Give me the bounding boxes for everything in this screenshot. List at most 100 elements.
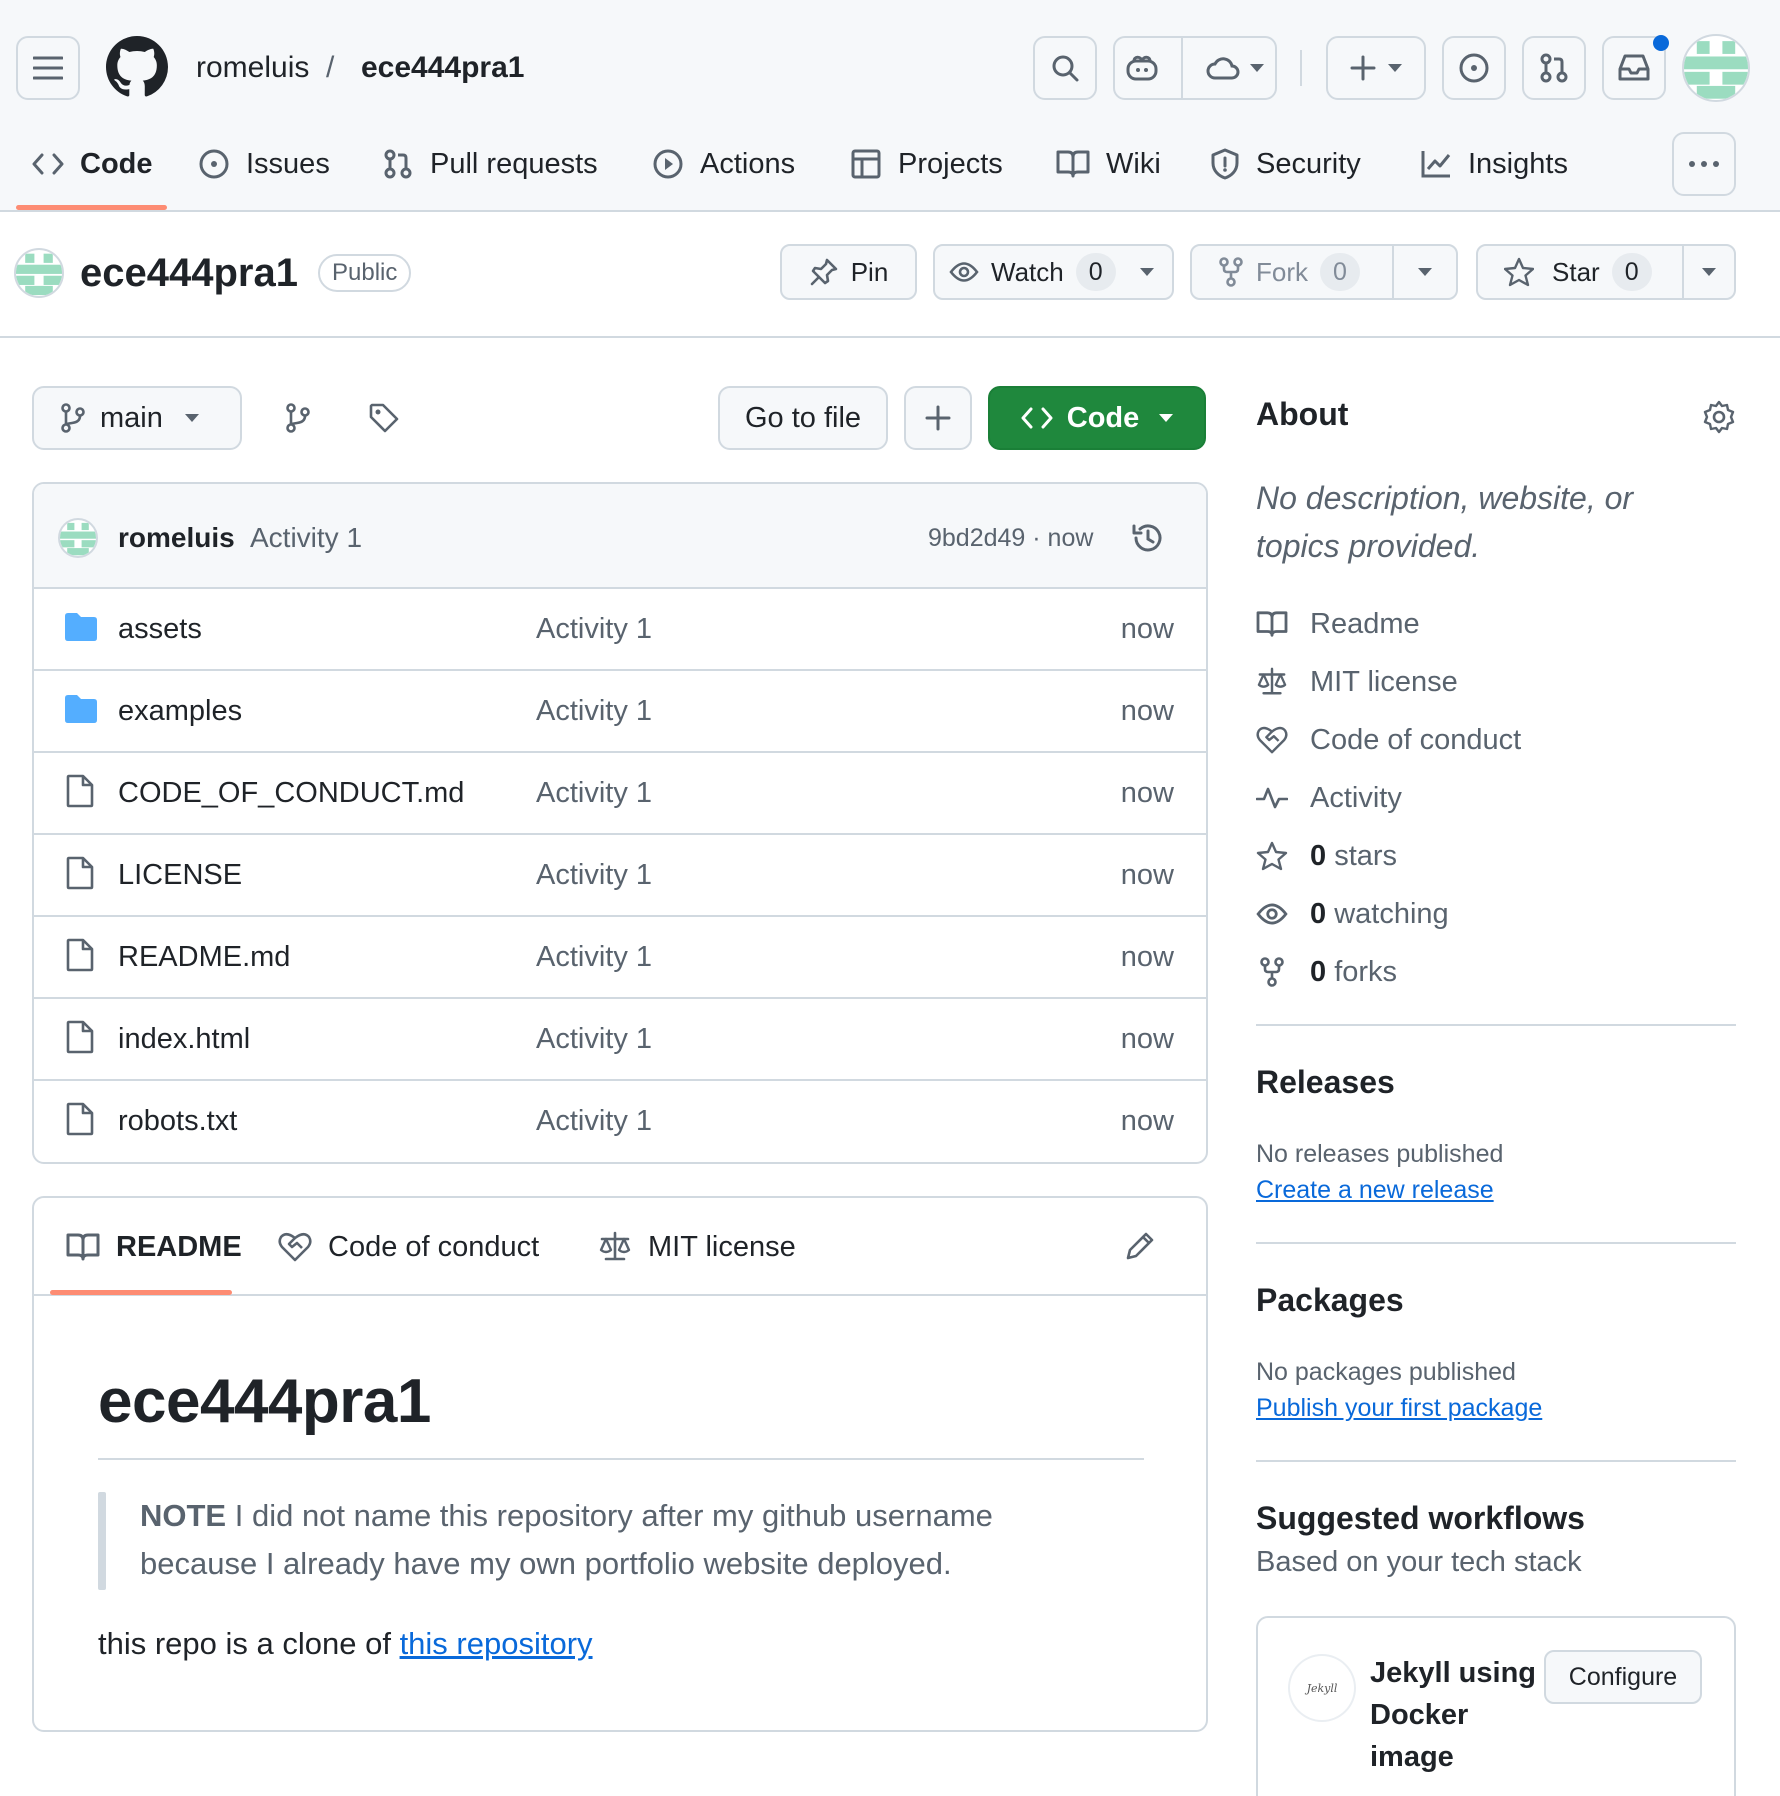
branches-link[interactable] bbox=[278, 398, 318, 438]
pencil-icon[interactable] bbox=[1124, 1230, 1156, 1262]
clone-link[interactable]: this repository bbox=[400, 1626, 593, 1661]
file-commit-message[interactable]: Activity 1 bbox=[536, 609, 652, 649]
code-download-button[interactable]: Code bbox=[988, 386, 1206, 450]
graph-icon bbox=[1421, 151, 1451, 178]
file-commit-message[interactable]: Activity 1 bbox=[536, 773, 652, 813]
readme-tab-code-of-conduct[interactable]: Code of conduct bbox=[278, 1224, 539, 1270]
latest-commit-row: romeluis Activity 1 9bd2d49 · now bbox=[34, 484, 1206, 589]
file-name[interactable]: README.md bbox=[118, 937, 290, 977]
file-commit-message[interactable]: Activity 1 bbox=[536, 937, 652, 977]
copilot-button[interactable] bbox=[1115, 38, 1169, 98]
commit-message[interactable]: Activity 1 bbox=[250, 518, 362, 558]
workflow-title[interactable]: Jekyll using Docker image bbox=[1370, 1652, 1536, 1778]
file-name[interactable]: assets bbox=[118, 609, 202, 649]
tab-issues[interactable]: Issues bbox=[198, 141, 330, 187]
about-license-link[interactable]: MIT license bbox=[1256, 662, 1458, 702]
go-to-file-button[interactable]: Go to file bbox=[718, 386, 888, 450]
file-icon bbox=[66, 1102, 94, 1136]
star-button[interactable]: Star 0 bbox=[1504, 246, 1652, 298]
copilot-menu-button[interactable] bbox=[1195, 38, 1275, 98]
about-readme-link[interactable]: Readme bbox=[1256, 604, 1420, 644]
breadcrumb-repo[interactable]: ece444pra1 bbox=[361, 48, 524, 88]
tab-insights[interactable]: Insights bbox=[1420, 141, 1568, 187]
about-watching-link[interactable]: 0 watching bbox=[1256, 894, 1449, 934]
about-stars-link[interactable]: 0 stars bbox=[1256, 836, 1397, 876]
search-button[interactable] bbox=[1033, 36, 1097, 100]
identicon-icon bbox=[16, 253, 62, 296]
tab-projects[interactable]: Projects bbox=[850, 141, 1003, 187]
about-code-of-conduct-link[interactable]: Code of conduct bbox=[1256, 720, 1521, 760]
file-row[interactable]: robots.txt Activity 1 now bbox=[34, 1081, 1206, 1162]
fork-icon bbox=[1260, 957, 1284, 987]
file-name[interactable]: robots.txt bbox=[118, 1101, 237, 1141]
pin-button[interactable]: Pin bbox=[780, 244, 917, 300]
avatar[interactable] bbox=[1682, 34, 1750, 102]
configure-label: Configure bbox=[1568, 1662, 1678, 1691]
star-menu-button[interactable] bbox=[1684, 246, 1734, 298]
tab-wiki-label: Wiki bbox=[1106, 147, 1161, 180]
releases-empty-text: No releases published bbox=[1256, 1140, 1504, 1168]
file-row[interactable]: CODE_OF_CONDUCT.md Activity 1 now bbox=[34, 753, 1206, 835]
tab-actions[interactable]: Actions bbox=[652, 141, 795, 187]
file-commit-message[interactable]: Activity 1 bbox=[536, 1019, 652, 1059]
repo-title[interactable]: ece444pra1 bbox=[80, 248, 298, 298]
cloud-icon bbox=[1206, 57, 1240, 80]
eye-icon bbox=[949, 262, 979, 282]
file-row[interactable]: index.html Activity 1 now bbox=[34, 999, 1206, 1081]
commit-sha-time[interactable]: 9bd2d49 · now bbox=[928, 518, 1093, 558]
file-name[interactable]: CODE_OF_CONDUCT.md bbox=[118, 773, 464, 813]
more-tabs-button[interactable] bbox=[1672, 132, 1736, 196]
releases-heading[interactable]: Releases bbox=[1256, 1064, 1395, 1101]
tab-security[interactable]: Security bbox=[1210, 141, 1361, 187]
readme-heading-divider bbox=[98, 1458, 1144, 1460]
file-name[interactable]: LICENSE bbox=[118, 855, 242, 895]
readme-tab-readme[interactable]: README bbox=[66, 1224, 242, 1270]
file-name[interactable]: examples bbox=[118, 691, 242, 731]
file-commit-message[interactable]: Activity 1 bbox=[536, 1101, 652, 1141]
identicon-icon bbox=[60, 522, 96, 556]
file-row[interactable]: assets Activity 1 now bbox=[34, 589, 1206, 671]
tab-wiki[interactable]: Wiki bbox=[1056, 141, 1161, 187]
publish-package-link[interactable]: Publish your first package bbox=[1256, 1394, 1542, 1423]
about-forks-link[interactable]: 0 forks bbox=[1256, 952, 1397, 992]
add-file-button[interactable] bbox=[904, 386, 972, 450]
create-new-button[interactable] bbox=[1326, 36, 1426, 100]
branch-selector[interactable]: main bbox=[32, 386, 242, 450]
go-to-file-label: Go to file bbox=[744, 401, 862, 434]
fork-button[interactable]: Fork 0 bbox=[1218, 246, 1360, 298]
tags-link[interactable] bbox=[364, 398, 404, 438]
github-logo-icon[interactable] bbox=[106, 36, 168, 98]
packages-heading[interactable]: Packages bbox=[1256, 1282, 1404, 1319]
readme-tab-license[interactable]: MIT license bbox=[598, 1224, 796, 1270]
file-commit-message[interactable]: Activity 1 bbox=[536, 855, 652, 895]
configure-button[interactable]: Configure bbox=[1544, 1650, 1702, 1704]
file-row[interactable]: README.md Activity 1 now bbox=[34, 917, 1206, 999]
notification-dot bbox=[1653, 35, 1669, 51]
tab-code[interactable]: Code bbox=[32, 141, 153, 187]
commit-author[interactable]: romeluis bbox=[118, 518, 235, 558]
create-release-link[interactable]: Create a new release bbox=[1256, 1176, 1494, 1205]
file-icon bbox=[66, 1020, 94, 1054]
pull-requests-button[interactable] bbox=[1522, 36, 1586, 100]
workflow-title-line-1: Jekyll using bbox=[1370, 1657, 1537, 1689]
file-row[interactable]: LICENSE Activity 1 now bbox=[34, 835, 1206, 917]
history-icon[interactable] bbox=[1130, 520, 1166, 556]
fork-menu-button[interactable] bbox=[1394, 246, 1456, 298]
tab-pull-requests[interactable]: Pull requests bbox=[382, 141, 598, 187]
about-activity-link[interactable]: Activity bbox=[1256, 778, 1402, 818]
file-row[interactable]: examples Activity 1 now bbox=[34, 671, 1206, 753]
watch-button[interactable]: Watch 0 bbox=[933, 244, 1174, 300]
breadcrumb-owner[interactable]: romeluis bbox=[196, 48, 309, 88]
menu-button[interactable] bbox=[16, 36, 80, 100]
repo-owner-avatar[interactable] bbox=[14, 248, 64, 298]
pull-request-icon bbox=[384, 149, 412, 179]
jekyll-logo-text: Jekyll bbox=[1306, 1681, 1338, 1695]
gear-icon[interactable] bbox=[1702, 400, 1736, 434]
book-icon bbox=[1256, 611, 1288, 637]
commit-author-avatar[interactable] bbox=[58, 518, 98, 558]
sidebar-divider bbox=[1256, 1460, 1736, 1462]
issues-button[interactable] bbox=[1442, 36, 1506, 100]
file-name[interactable]: index.html bbox=[118, 1019, 250, 1059]
file-commit-message[interactable]: Activity 1 bbox=[536, 691, 652, 731]
file-commit-time: now bbox=[1120, 941, 1174, 973]
